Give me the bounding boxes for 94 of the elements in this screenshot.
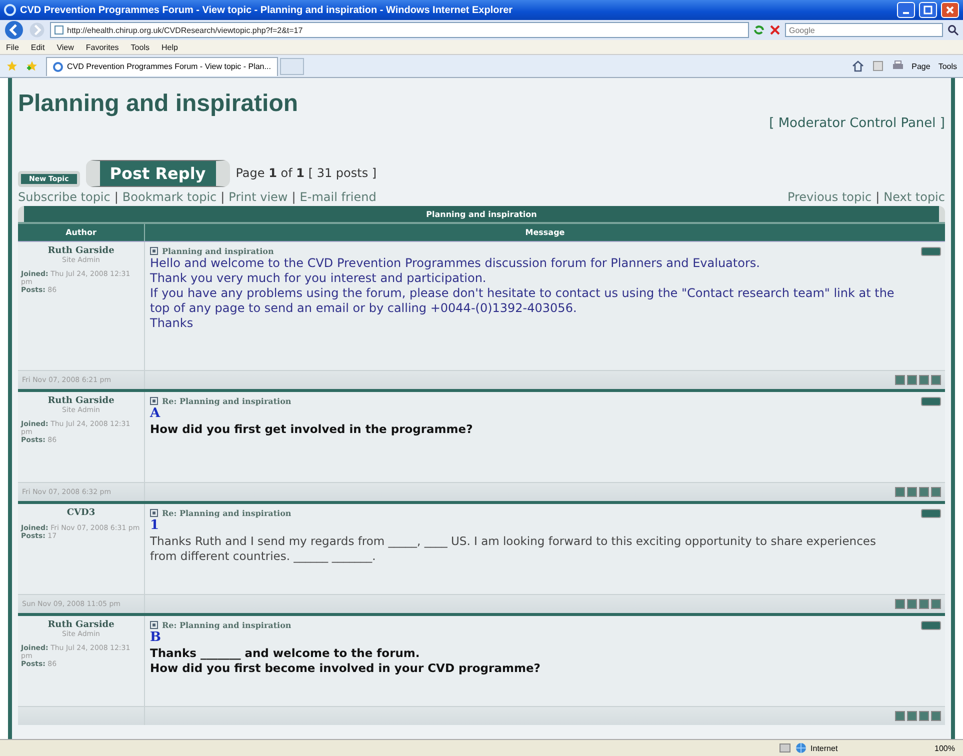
menu-item[interactable]: File [6, 42, 19, 52]
toolbar-menu[interactable]: Tools [938, 62, 957, 70]
security-zone-text: Internet [810, 744, 839, 752]
post-subject[interactable]: Re: Planning and inspiration [162, 508, 292, 518]
moderator-control-panel-link[interactable]: [ Moderator Control Panel ] [769, 116, 945, 131]
topic-action-link[interactable]: Bookmark topic [122, 190, 217, 204]
profile-button[interactable] [895, 711, 905, 721]
quote-button[interactable] [921, 620, 941, 630]
home-icon[interactable] [852, 60, 864, 72]
author-name[interactable]: CVD3 [66, 508, 96, 518]
quote-button[interactable] [921, 246, 941, 256]
post-icon [150, 397, 158, 405]
post-text: Thanks Ruth and I send my regards from _____, ____ US. I am looking forward to this exciting opportunity to share experiences from different countries. ______ _______. [150, 534, 877, 563]
toolbar-menu[interactable]: Page [912, 62, 930, 70]
profile-button[interactable] [895, 599, 905, 609]
page-icon [54, 25, 64, 35]
post-text: Thanks [150, 316, 194, 331]
post-question: Thanks _______ and welcome to the forum. [150, 646, 421, 661]
menu-item[interactable]: Help [161, 42, 178, 52]
pagination-text: Page 1 of 1 [ 31 posts ] [236, 166, 377, 180]
forward-button[interactable] [28, 21, 46, 39]
topic-nav-link[interactable]: Next topic [884, 190, 945, 204]
refresh-icon[interactable] [753, 24, 765, 36]
separator-text: | [876, 190, 880, 204]
email-button[interactable] [919, 599, 929, 609]
search-field[interactable]: Google [785, 23, 943, 37]
browser-tab[interactable]: CVD Prevention Programmes Forum - View topic - Plan... [46, 56, 278, 76]
message-button[interactable] [907, 711, 917, 721]
table-caption: Planning and inspiration [426, 210, 537, 218]
post-letter: 1 [150, 518, 160, 534]
new-tab-button[interactable] [280, 58, 304, 74]
add-favorite-icon[interactable] [26, 60, 38, 72]
close-icon [945, 5, 955, 15]
email-button[interactable] [919, 375, 929, 385]
menu-item[interactable]: View [56, 42, 74, 52]
message-button[interactable] [907, 487, 917, 497]
post-subject[interactable]: Re: Planning and inspiration [162, 396, 292, 406]
post-letter: B [150, 630, 162, 646]
topic-action-link[interactable]: Print view [228, 190, 288, 204]
search-icon[interactable] [947, 24, 959, 36]
message-button[interactable] [907, 375, 917, 385]
globe-icon [794, 742, 807, 754]
separator-text: | [292, 190, 296, 204]
back-button[interactable] [4, 20, 24, 40]
post-reply-button[interactable]: Post Reply [86, 160, 230, 186]
maximize-button[interactable] [919, 2, 937, 18]
separator-text: | [220, 190, 225, 204]
post-icon [150, 509, 158, 517]
topic-title: Planning and inspiration [18, 90, 300, 118]
post-letter: A [150, 406, 162, 422]
email-button[interactable] [919, 711, 929, 721]
topic-action-link[interactable]: Subscribe topic [18, 190, 110, 204]
website-button[interactable] [931, 711, 941, 721]
window-title: CVD Prevention Programmes Forum - View topic - Planning and inspiration - Windows Internet Explorer [20, 4, 513, 16]
profile-button[interactable] [895, 487, 905, 497]
favicon-icon [53, 62, 63, 72]
stop-icon[interactable] [769, 24, 781, 36]
post-question: How did you first get involved in the programme? [150, 422, 474, 437]
star-icon[interactable] [6, 60, 18, 72]
quote-button[interactable] [921, 508, 941, 518]
message-button[interactable] [907, 599, 917, 609]
maximize-icon [923, 5, 933, 15]
website-button[interactable] [931, 599, 941, 609]
profile-button[interactable] [895, 375, 905, 385]
post-subject[interactable]: Planning and inspiration [162, 246, 274, 256]
quote-button[interactable] [921, 396, 941, 406]
security-icon [778, 742, 791, 754]
post-icon [150, 247, 158, 255]
column-header: Message [524, 227, 566, 239]
author-name[interactable]: Ruth Garside [48, 246, 114, 256]
menu-item[interactable]: Edit [30, 42, 45, 52]
close-button[interactable] [941, 2, 959, 18]
minimize-button[interactable] [897, 2, 915, 18]
print-icon[interactable] [892, 60, 904, 72]
menu-item[interactable]: Tools [130, 42, 150, 52]
topic-action-link[interactable]: E-mail friend [300, 190, 376, 204]
post-text: If you have any problems using the forum, please don't hesitate to contact us using the "Contact research team" link at the top of any page to send an email or by calling +0044-(0)1392-403056. [150, 286, 896, 316]
topic-nav-link[interactable]: Previous topic [787, 190, 872, 204]
address-field[interactable]: http://ehealth.chirup.org.uk/CVDResearch/viewtopic.php?f=2&t=17 [50, 22, 749, 38]
browser-logo-icon [4, 4, 16, 16]
post-icon [150, 621, 158, 629]
minimize-icon [903, 12, 909, 14]
author-name[interactable]: Ruth Garside [48, 396, 114, 406]
menu-item[interactable]: Favorites [86, 42, 119, 52]
author-name[interactable]: Ruth Garside [48, 620, 114, 630]
post-text: Hello and welcome to the CVD Prevention Programmes discussion forum for Planners and Evaluators. [150, 256, 761, 271]
website-button[interactable] [931, 487, 941, 497]
zoom-level[interactable]: 100% [934, 744, 955, 752]
website-button[interactable] [931, 375, 941, 385]
post-subject[interactable]: Re: Planning and inspiration [162, 620, 292, 630]
post-question: How did you first become involved in your CVD programme? [150, 660, 542, 675]
post-text: Thank you very much for you interest and participation. [150, 271, 488, 286]
email-button[interactable] [919, 487, 929, 497]
separator-text: | [114, 190, 118, 204]
